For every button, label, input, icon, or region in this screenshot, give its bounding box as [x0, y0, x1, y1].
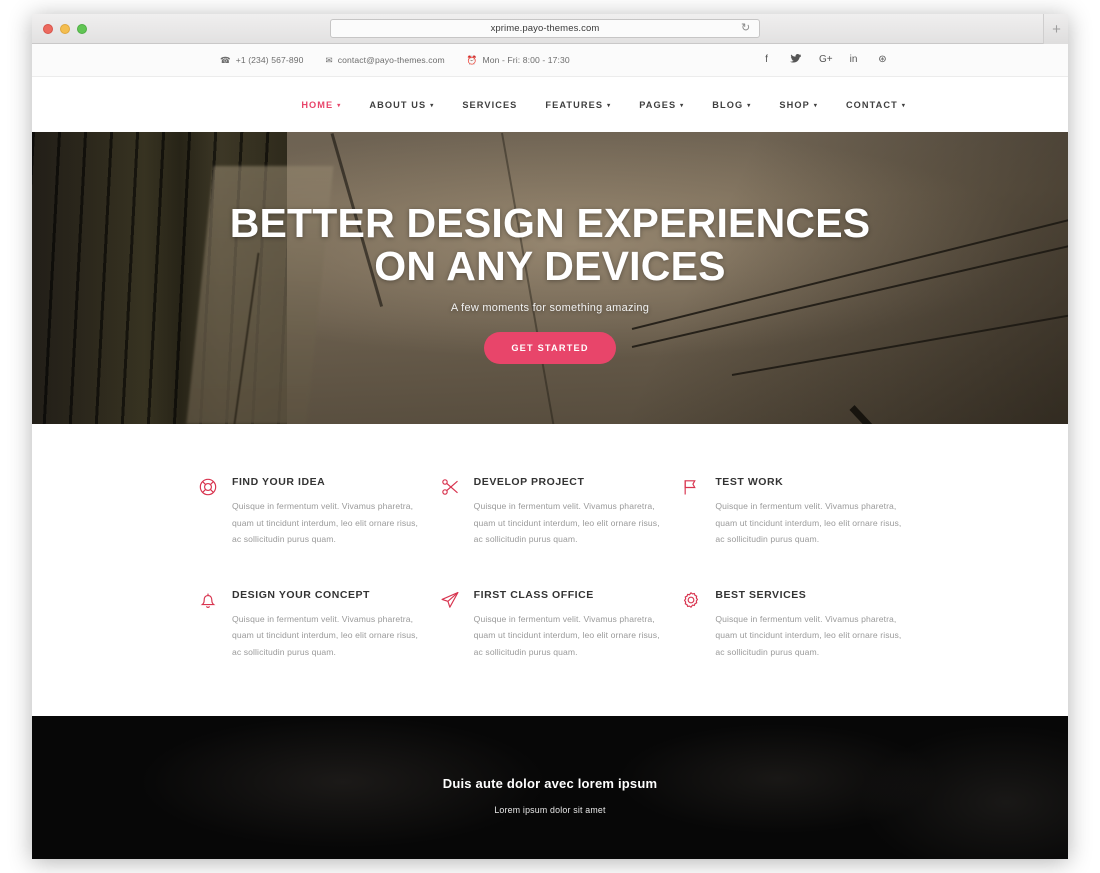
- phone-text: +1 (234) 567-890: [235, 55, 304, 65]
- chevron-down-icon: ▾: [901, 102, 906, 109]
- chevron-down-icon: ▾: [337, 102, 342, 109]
- chevron-down-icon: ▾: [680, 102, 685, 109]
- feature-item: DEVELOP PROJECT Quisque in fermentum vel…: [439, 476, 662, 548]
- hours-text: Mon - Fri: 8:00 - 17:30: [482, 55, 570, 65]
- nav-item-blog[interactable]: BLOG ▾: [698, 100, 765, 110]
- hours-info: ⏰ Mon - Fri: 8:00 - 17:30: [467, 55, 570, 65]
- nav-label: SHOP: [779, 99, 810, 110]
- feature-body: DEVELOP PROJECT Quisque in fermentum vel…: [474, 476, 662, 548]
- feature-body: FIRST CLASS OFFICE Quisque in fermentum …: [474, 589, 662, 661]
- nav-label: BLOG: [712, 99, 744, 110]
- main-navigation: HOME ▾ ABOUT US ▾ SERVICES FEATURES ▾ PA…: [32, 77, 1068, 132]
- phone-info[interactable]: ☎ +1 (234) 567-890: [220, 55, 303, 65]
- feature-text: Quisque in fermentum velit. Vivamus phar…: [232, 501, 419, 544]
- browser-window: xprime.payo-themes.com ↻ + ☎ +1 (234) 56…: [32, 14, 1068, 859]
- hero-content: BETTER DESIGN EXPERIENCES ON ANY DEVICES…: [32, 132, 1068, 424]
- nav-item-pages[interactable]: PAGES ▾: [625, 100, 698, 110]
- gear-icon: [680, 589, 702, 611]
- chevron-down-icon: ▾: [430, 102, 435, 109]
- feature-text: Quisque in fermentum velit. Vivamus phar…: [715, 501, 902, 544]
- new-tab-button[interactable]: +: [1043, 14, 1068, 44]
- google-plus-icon[interactable]: G+: [819, 55, 833, 65]
- minimize-window-button[interactable]: [60, 23, 70, 34]
- feature-item: BEST SERVICES Quisque in fermentum velit…: [680, 589, 903, 661]
- url-text: xprime.payo-themes.com: [490, 23, 600, 34]
- nav-item-shop[interactable]: SHOP ▾: [765, 100, 832, 110]
- hero-title-line2: ON ANY DEVICES: [374, 243, 726, 289]
- nav-label: SERVICES: [462, 99, 518, 110]
- nav-label: FEATURES: [545, 99, 604, 110]
- feature-title: BEST SERVICES: [715, 588, 807, 601]
- feature-text: Quisque in fermentum velit. Vivamus phar…: [473, 613, 660, 657]
- chevron-down-icon: ▾: [607, 102, 612, 109]
- phone-icon: ☎: [220, 54, 231, 65]
- portfolio-heading-group: Duis aute dolor avec lorem ipsum Lorem i…: [32, 716, 1068, 815]
- scissors-icon: [439, 476, 461, 498]
- lifebuoy-icon: [197, 476, 219, 498]
- hero-title-line1: BETTER DESIGN EXPERIENCES: [229, 199, 871, 246]
- nav-item-features[interactable]: FEATURES ▾: [531, 100, 625, 110]
- feature-title: TEST WORK: [715, 476, 784, 488]
- twitter-icon[interactable]: [790, 54, 801, 66]
- social-links: f G+ in ⊛: [761, 54, 888, 66]
- close-window-button[interactable]: [43, 23, 53, 34]
- paper-plane-icon: [439, 589, 461, 611]
- portfolio-subtitle: Lorem ipsum dolor sit amet: [494, 805, 606, 815]
- feature-body: FIND YOUR IDEA Quisque in fermentum veli…: [232, 476, 420, 548]
- feature-text: Quisque in fermentum velit. Vivamus phar…: [232, 613, 419, 657]
- nav-item-contact[interactable]: CONTACT ▾: [832, 100, 920, 110]
- features-grid: FIND YOUR IDEA Quisque in fermentum veli…: [197, 476, 903, 660]
- facebook-icon[interactable]: f: [761, 55, 772, 65]
- email-info[interactable]: ✉ contact@payo-themes.com: [325, 55, 444, 65]
- nav-list: HOME ▾ ABOUT US ▾ SERVICES FEATURES ▾ PA…: [287, 100, 920, 110]
- portfolio-section: Duis aute dolor avec lorem ipsum Lorem i…: [32, 716, 1068, 859]
- feature-body: DESIGN YOUR CONCEPT Quisque in fermentum…: [232, 589, 420, 661]
- chevron-down-icon: ▾: [747, 102, 752, 109]
- address-bar[interactable]: xprime.payo-themes.com ↻: [330, 19, 760, 38]
- contact-info-group: ☎ +1 (234) 567-890 ✉ contact@payo-themes…: [220, 55, 570, 65]
- email-text: contact@payo-themes.com: [337, 55, 445, 65]
- maximize-window-button[interactable]: [77, 23, 87, 34]
- browser-chrome: xprime.payo-themes.com ↻ +: [32, 14, 1068, 44]
- bell-icon: [197, 589, 219, 611]
- nav-label: ABOUT US: [369, 99, 427, 110]
- hero-title: BETTER DESIGN EXPERIENCES ON ANY DEVICES: [229, 199, 871, 289]
- chevron-down-icon: ▾: [813, 102, 818, 109]
- feature-text: Quisque in fermentum velit. Vivamus phar…: [473, 501, 660, 544]
- window-controls: [43, 23, 87, 34]
- dribbble-icon[interactable]: ⊛: [877, 55, 888, 65]
- nav-item-services[interactable]: SERVICES: [448, 100, 531, 110]
- webpage: ☎ +1 (234) 567-890 ✉ contact@payo-themes…: [32, 44, 1068, 859]
- nav-label: HOME: [301, 99, 334, 110]
- feature-title: DESIGN YOUR CONCEPT: [232, 588, 371, 601]
- hero-section: BETTER DESIGN EXPERIENCES ON ANY DEVICES…: [32, 132, 1068, 424]
- feature-title: FIRST CLASS OFFICE: [473, 588, 594, 601]
- envelope-icon: ✉: [325, 54, 333, 65]
- top-info-bar: ☎ +1 (234) 567-890 ✉ contact@payo-themes…: [32, 44, 1068, 77]
- feature-body: BEST SERVICES Quisque in fermentum velit…: [715, 589, 903, 661]
- feature-text: Quisque in fermentum velit. Vivamus phar…: [715, 613, 902, 657]
- feature-item: FIRST CLASS OFFICE Quisque in fermentum …: [439, 589, 662, 661]
- feature-item: DESIGN YOUR CONCEPT Quisque in fermentum…: [197, 589, 420, 661]
- nav-item-home[interactable]: HOME ▾: [287, 100, 355, 110]
- nav-item-about-us[interactable]: ABOUT US ▾: [355, 100, 448, 110]
- nav-label: CONTACT: [845, 99, 898, 110]
- feature-title: FIND YOUR IDEA: [232, 476, 326, 488]
- features-section: FIND YOUR IDEA Quisque in fermentum veli…: [32, 424, 1068, 716]
- reload-icon[interactable]: ↻: [741, 23, 752, 34]
- portfolio-title: Duis aute dolor avec lorem ipsum: [442, 776, 658, 791]
- feature-item: TEST WORK Quisque in fermentum velit. Vi…: [680, 476, 903, 548]
- nav-label: PAGES: [639, 99, 677, 110]
- flag-icon: [680, 476, 702, 498]
- linkedin-icon[interactable]: in: [848, 55, 859, 65]
- get-started-button[interactable]: GET STARTED: [484, 332, 616, 365]
- hero-subtitle: A few moments for something amazing: [450, 302, 650, 315]
- feature-item: FIND YOUR IDEA Quisque in fermentum veli…: [197, 476, 420, 548]
- clock-icon: ⏰: [466, 54, 478, 65]
- feature-body: TEST WORK Quisque in fermentum velit. Vi…: [715, 476, 903, 548]
- feature-title: DEVELOP PROJECT: [473, 476, 585, 488]
